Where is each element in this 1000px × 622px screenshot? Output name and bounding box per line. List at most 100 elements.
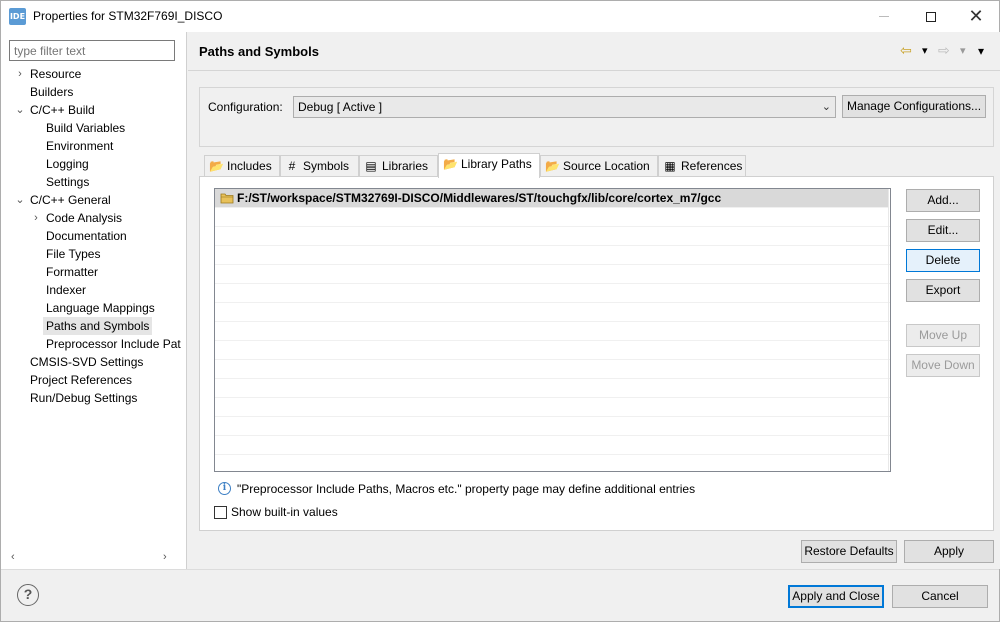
add-button[interactable]: Add...	[906, 189, 980, 212]
list-item[interactable]	[215, 379, 890, 398]
tree-item-file-types[interactable]: File Types	[46, 245, 100, 263]
tree-item-project-references[interactable]: Project References	[30, 371, 132, 389]
list-item[interactable]	[215, 265, 890, 284]
list-item[interactable]	[215, 455, 890, 471]
forward-menu-icon[interactable]: ▾	[960, 44, 966, 57]
apply-button[interactable]: Apply	[904, 540, 994, 563]
tree-item-cpp-build[interactable]: ⌄ C/C++ Build	[15, 101, 95, 119]
list-item[interactable]	[215, 398, 890, 417]
collapse-icon[interactable]: ⌄	[14, 191, 26, 209]
tab-label: References	[681, 159, 743, 173]
list-item[interactable]	[215, 227, 890, 246]
list-item[interactable]: F:/ST/workspace/STM32769I-DISCO/Middlewa…	[215, 189, 888, 208]
tree-item-cmsis-svd-settings[interactable]: CMSIS-SVD Settings	[30, 353, 143, 371]
expand-icon[interactable]: ›	[30, 209, 42, 227]
expand-icon[interactable]: ›	[14, 65, 26, 83]
tree-item-settings[interactable]: Settings	[46, 173, 89, 191]
back-arrow-icon[interactable]: ⇦	[900, 42, 912, 59]
library-paths-panel: F:/ST/workspace/STM32769I-DISCO/Middlewa…	[199, 176, 994, 531]
minimize-button[interactable]	[861, 1, 907, 32]
tab-symbols[interactable]: # Symbols	[280, 155, 359, 177]
apply-and-close-button[interactable]: Apply and Close	[788, 585, 884, 608]
scroll-left-icon[interactable]: ‹	[11, 551, 15, 563]
export-button[interactable]: Export	[906, 279, 980, 302]
list-item[interactable]	[215, 360, 890, 379]
property-tree-panel: ›Resource Builders ⌄C/C++ Build Build Va…	[1, 32, 187, 569]
close-icon: ✕	[968, 6, 984, 26]
tree-item-documentation[interactable]: Documentation	[46, 227, 127, 245]
tree-item-label: Resource	[30, 67, 82, 81]
tree-item-label: Project References	[30, 373, 133, 387]
tree-item-build-variables[interactable]: Build Variables	[46, 119, 125, 137]
tree-item-label: Build Variables	[46, 121, 126, 135]
tree-item-label: Paths and Symbols	[46, 319, 150, 333]
tree-item-formatter[interactable]: Formatter	[46, 263, 98, 281]
forward-arrow-icon[interactable]: ⇨	[938, 42, 950, 59]
folder-icon: 📂	[443, 157, 458, 171]
info-text: "Preprocessor Include Paths, Macros etc.…	[237, 482, 696, 496]
source-folder-icon: 📂	[545, 159, 560, 173]
tab-references[interactable]: ▦ References	[658, 155, 746, 177]
maximize-button[interactable]	[908, 1, 954, 32]
configuration-value: Debug [ Active ]	[298, 100, 383, 114]
tree-item-label: CMSIS-SVD Settings	[30, 355, 144, 369]
minimize-icon	[879, 16, 889, 17]
tree-item-environment[interactable]: Environment	[46, 137, 113, 155]
list-item[interactable]	[215, 417, 890, 436]
delete-button[interactable]: Delete	[906, 249, 980, 272]
tree-item-indexer[interactable]: Indexer	[46, 281, 86, 299]
tree-item-cpp-general[interactable]: ⌄ C/C++ General	[15, 191, 111, 209]
tree-item-label: Documentation	[46, 229, 127, 243]
tab-includes[interactable]: 📂 Includes	[204, 155, 280, 177]
tab-source-location[interactable]: 📂 Source Location	[540, 155, 658, 177]
tree-item-label: Settings	[46, 175, 90, 189]
edit-button[interactable]: Edit...	[906, 219, 980, 242]
folder-icon	[220, 193, 234, 204]
ide-app-icon: IDE	[9, 8, 26, 25]
tree-item-paths-and-symbols[interactable]: Paths and Symbols	[43, 317, 153, 335]
tab-library-paths[interactable]: 📂 Library Paths	[438, 153, 540, 178]
tab-libraries[interactable]: ▤ Libraries	[359, 155, 438, 177]
close-button[interactable]: ✕	[953, 1, 999, 32]
show-builtin-label: Show built-in values	[231, 505, 338, 519]
library-paths-list[interactable]: F:/ST/workspace/STM32769I-DISCO/Middlewa…	[214, 188, 891, 472]
list-item[interactable]	[215, 246, 890, 265]
configuration-group: Configuration: Debug [ Active ] ⌄ Manage…	[199, 87, 994, 147]
tree-horizontal-scrollbar[interactable]: ‹ ›	[1, 551, 186, 568]
view-menu-icon[interactable]: ▾	[978, 44, 984, 58]
tree-item-label: Indexer	[46, 283, 87, 297]
tree-item-label: C/C++ General	[30, 193, 111, 207]
tree-item-code-analysis[interactable]: › Code Analysis	[34, 209, 122, 227]
tree-item-builders[interactable]: Builders	[30, 83, 73, 101]
tree-item-label: C/C++ Build	[30, 103, 95, 117]
header-divider	[188, 70, 1000, 71]
list-item[interactable]	[215, 284, 890, 303]
move-up-button[interactable]: Move Up	[906, 324, 980, 347]
collapse-icon[interactable]: ⌄	[14, 101, 26, 119]
tree-item-language-mappings[interactable]: Language Mappings	[46, 299, 155, 317]
list-item[interactable]	[215, 341, 890, 360]
list-item[interactable]	[215, 303, 890, 322]
list-item[interactable]	[215, 436, 890, 455]
help-icon[interactable]: ?	[17, 584, 39, 606]
cancel-button[interactable]: Cancel	[892, 585, 988, 608]
tree-item-resource[interactable]: › Resource	[18, 65, 82, 83]
list-item[interactable]	[215, 208, 890, 227]
tree-item-preprocessor-include-paths[interactable]: Preprocessor Include Pat	[46, 335, 181, 353]
back-menu-icon[interactable]: ▾	[922, 44, 928, 57]
list-item[interactable]	[215, 322, 890, 341]
restore-defaults-button[interactable]: Restore Defaults	[801, 540, 897, 563]
configuration-label: Configuration:	[208, 100, 283, 114]
scroll-right-icon[interactable]: ›	[163, 551, 167, 563]
tree-item-run-debug-settings[interactable]: Run/Debug Settings	[30, 389, 137, 407]
references-icon: ▦	[664, 159, 676, 173]
filter-input[interactable]	[9, 40, 175, 61]
tree-item-label: Formatter	[46, 265, 99, 279]
move-down-button[interactable]: Move Down	[906, 354, 980, 377]
tree-item-logging[interactable]: Logging	[46, 155, 89, 173]
configuration-select[interactable]: Debug [ Active ] ⌄	[293, 96, 836, 118]
manage-configurations-button[interactable]: Manage Configurations...	[842, 95, 986, 118]
tab-label: Library Paths	[461, 157, 532, 171]
tree-item-label: Language Mappings	[46, 301, 155, 315]
checkbox-box[interactable]	[214, 506, 227, 519]
